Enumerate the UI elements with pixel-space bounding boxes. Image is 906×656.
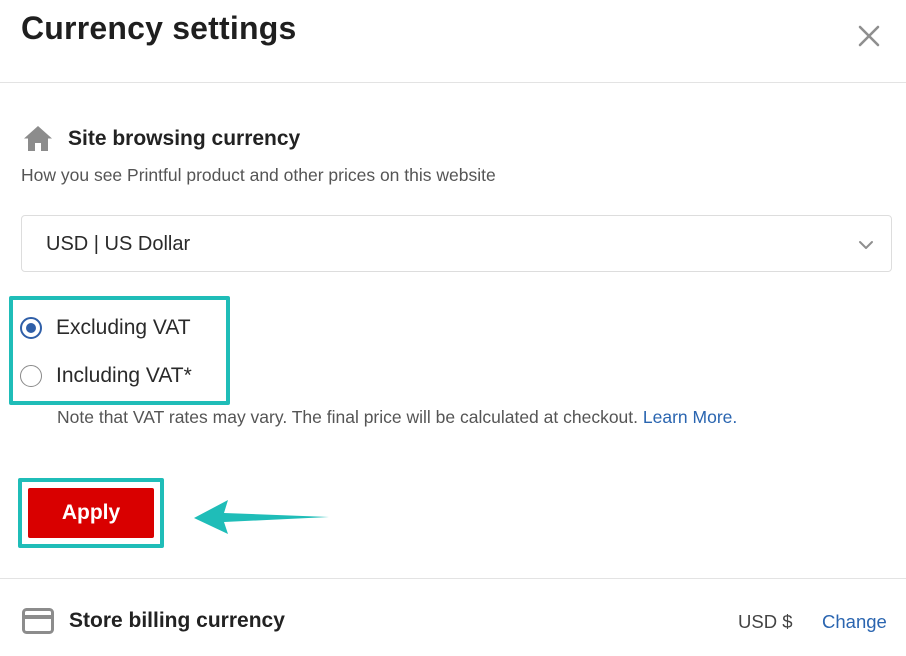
radio-excluding-vat-label: Excluding VAT xyxy=(56,316,191,339)
radio-including-vat[interactable]: Including VAT* xyxy=(20,364,192,388)
radio-button-checked[interactable] xyxy=(20,317,42,339)
site-browsing-heading: Site browsing currency xyxy=(22,122,300,156)
store-billing-row: Store billing currency USD $ Change xyxy=(22,604,894,640)
arrow-annotation-icon xyxy=(194,500,329,534)
close-button[interactable] xyxy=(852,20,886,54)
store-billing-value: USD $ xyxy=(738,611,793,632)
radio-excluding-vat[interactable]: Excluding VAT xyxy=(20,316,191,340)
vat-options-highlight xyxy=(9,296,230,405)
chevron-down-icon xyxy=(859,241,873,249)
store-billing-title: Store billing currency xyxy=(69,609,285,632)
vat-note-text: Note that VAT rates may vary. The final … xyxy=(57,407,639,427)
learn-more-link[interactable]: Learn More. xyxy=(643,407,737,427)
site-browsing-title: Site browsing currency xyxy=(68,127,301,150)
vat-note: Note that VAT rates may vary. The final … xyxy=(57,407,737,428)
close-icon xyxy=(858,25,880,47)
currency-select-value: USD | US Dollar xyxy=(46,233,191,255)
radio-button-unchecked[interactable] xyxy=(20,365,42,387)
credit-card-icon xyxy=(22,608,54,634)
site-browsing-description: How you see Printful product and other p… xyxy=(21,165,496,185)
currency-select[interactable]: USD | US Dollar xyxy=(21,215,892,272)
radio-including-vat-label: Including VAT* xyxy=(56,364,192,387)
header-divider xyxy=(0,82,906,83)
modal-title: Currency settings xyxy=(21,10,297,46)
currency-settings-modal: Currency settings Site browsing currency… xyxy=(0,0,906,656)
billing-divider xyxy=(0,578,906,579)
apply-button[interactable]: Apply xyxy=(28,488,154,538)
home-icon xyxy=(24,126,52,151)
change-billing-link[interactable]: Change xyxy=(822,611,887,633)
